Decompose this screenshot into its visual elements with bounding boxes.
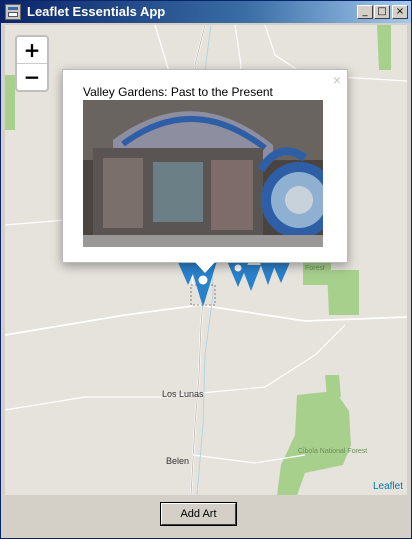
zoom-control: + − xyxy=(15,35,49,92)
window-title: Leaflet Essentials App xyxy=(27,4,166,19)
popup-title: Valley Gardens: Past to the Present xyxy=(83,85,273,99)
zoom-in-button[interactable]: + xyxy=(17,37,47,63)
forest-area xyxy=(327,270,359,315)
town-label-belen: Belen xyxy=(166,456,189,466)
popup-close-button[interactable]: × xyxy=(333,72,341,88)
app-window: Leaflet Essentials App _ □ × Los Lunas B… xyxy=(0,0,412,539)
close-button[interactable]: × xyxy=(392,5,408,19)
mosaic-art-photo xyxy=(83,100,323,247)
art-popup: × Valley Gardens: Past to the Present xyxy=(62,69,348,263)
forest-label: Forest xyxy=(305,265,325,272)
popup-tip xyxy=(194,261,216,273)
app-icon xyxy=(5,4,21,20)
zoom-out-button[interactable]: − xyxy=(17,63,47,90)
map-view[interactable]: Los Lunas Belen Forest Cibola National F… xyxy=(5,25,407,495)
town-label-los-lunas: Los Lunas xyxy=(162,389,204,399)
add-art-button[interactable]: Add Art xyxy=(160,502,237,526)
forest-label-cibola: Cibola National Forest xyxy=(298,448,367,455)
forest-area xyxy=(5,75,15,130)
attribution-link[interactable]: Leaflet xyxy=(373,481,403,492)
title-bar[interactable]: Leaflet Essentials App _ □ × xyxy=(1,1,411,23)
maximize-button[interactable]: □ xyxy=(374,5,390,19)
minimize-button[interactable]: _ xyxy=(357,5,373,19)
forest-area xyxy=(377,25,391,70)
